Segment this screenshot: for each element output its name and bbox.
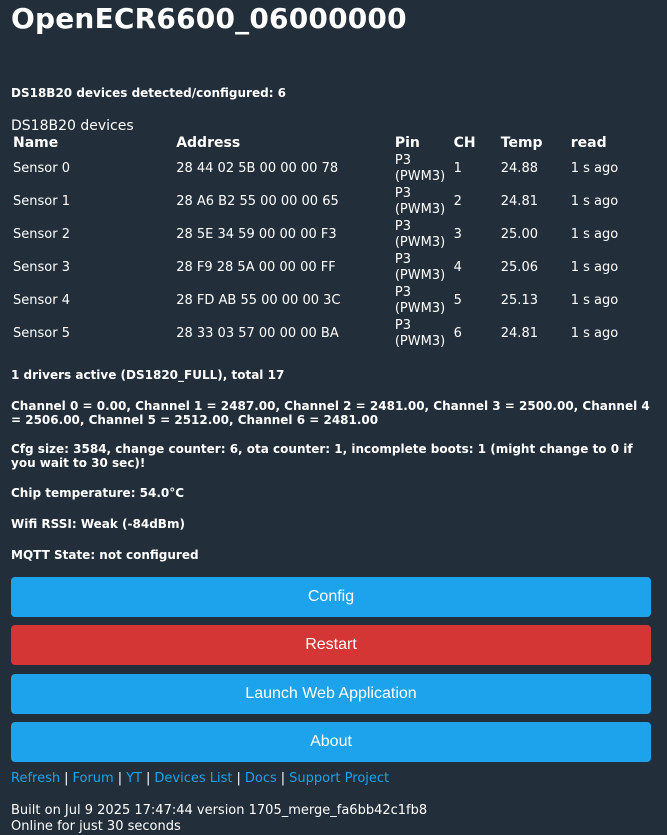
channels-status: Channel 0 = 0.00, Channel 1 = 2487.00, C… <box>11 399 650 427</box>
about-button[interactable]: About <box>11 722 651 762</box>
uptime-info: Online for just 30 seconds <box>11 819 181 834</box>
sensor-pin: P3 (PWM3) <box>393 317 452 350</box>
sensor-name: Sensor 1 <box>13 193 70 209</box>
sensor-channel: 3 <box>453 226 462 242</box>
table-row: Sensor 4 28 FD AB 55 00 00 00 3C P3 (PWM3… <box>11 284 651 317</box>
sensor-read: 1 s ago <box>570 325 619 341</box>
restart-button[interactable]: Restart <box>11 625 651 665</box>
sensor-channel: 4 <box>453 259 462 275</box>
header-name: Name <box>13 135 59 151</box>
sensor-temp: 24.81 <box>500 193 538 209</box>
sensor-read: 1 s ago <box>570 292 619 308</box>
header-read: read <box>570 135 607 151</box>
table-row: Sensor 5 28 33 03 57 00 00 00 BA P3 (PWM3… <box>11 317 651 350</box>
sensors-table: Name Address Pin CH Temp read Sensor 0 2… <box>11 134 651 350</box>
table-header-row: Name Address Pin CH Temp read <box>11 134 651 152</box>
sensor-pin: P3 (PWM3) <box>393 218 452 251</box>
header-address: Address <box>176 135 241 151</box>
pin-mode: (PWM3) <box>394 333 446 349</box>
sensor-temp: 24.88 <box>500 160 538 176</box>
pin-label: P3 <box>394 317 411 333</box>
table-row: Sensor 2 28 5E 34 59 00 00 00 F3 P3 (PWM3… <box>11 218 651 251</box>
mqtt-state: MQTT State: not configured <box>11 548 199 562</box>
sensor-read: 1 s ago <box>570 160 619 176</box>
pin-mode: (PWM3) <box>394 267 446 283</box>
sensor-address: 28 33 03 57 00 00 00 BA <box>176 325 339 341</box>
sensor-address: 28 A6 B2 55 00 00 00 65 <box>176 193 339 209</box>
wifi-rssi: Wifi RSSI: Weak (-84dBm) <box>11 517 185 531</box>
link-separator: | <box>236 771 241 786</box>
sensor-temp: 24.81 <box>500 325 538 341</box>
pin-mode: (PWM3) <box>394 168 446 184</box>
build-info: Built on Jul 9 2025 17:47:44 version 170… <box>11 803 428 818</box>
sensor-address: 28 F9 28 5A 00 00 00 FF <box>176 259 336 275</box>
support-project-link[interactable]: Support Project <box>289 771 389 786</box>
pin-mode: (PWM3) <box>394 234 446 250</box>
footer-links: Refresh | Forum | YT | Devices List | Docs | Suppo… <box>11 771 389 787</box>
sensor-read: 1 s ago <box>570 193 619 209</box>
pin-label: P3 <box>394 218 411 234</box>
sensor-channel: 2 <box>453 193 462 209</box>
table-row: Sensor 1 28 A6 B2 55 00 00 00 65 P3 (PWM3… <box>11 185 651 218</box>
pin-label: P3 <box>394 185 411 201</box>
sensor-pin: P3 (PWM3) <box>393 251 452 284</box>
link-separator: | <box>117 771 123 786</box>
table-row: Sensor 0 28 44 02 5B 00 00 00 78 P3 (PWM3… <box>11 152 651 185</box>
pin-label: P3 <box>394 284 411 300</box>
cfg-status: Cfg size: 3584, change counter: 6, ota c… <box>11 442 633 470</box>
sensor-address: 28 44 02 5B 00 00 00 78 <box>176 160 339 176</box>
config-button[interactable]: Config <box>11 577 651 617</box>
link-separator: | <box>280 771 286 786</box>
launch-web-app-button[interactable]: Launch Web Application <box>11 674 651 714</box>
pin-mode: (PWM3) <box>394 201 446 217</box>
link-separator: | <box>145 771 151 786</box>
ds-section-title: DS18B20 devices <box>11 118 134 134</box>
sensor-name: Sensor 5 <box>13 325 70 341</box>
sensor-pin: P3 (PWM3) <box>393 185 452 218</box>
sensor-temp: 25.06 <box>500 259 538 275</box>
forum-link[interactable]: Forum <box>72 771 113 786</box>
sensor-temp: 25.13 <box>500 292 538 308</box>
header-pin: Pin <box>394 135 420 151</box>
sensor-read: 1 s ago <box>570 226 619 242</box>
sensor-pin: P3 (PWM3) <box>393 152 452 185</box>
sensor-temp: 25.00 <box>500 226 538 242</box>
sensor-name: Sensor 2 <box>13 226 70 242</box>
ds-detected-status: DS18B20 devices detected/configured: 6 <box>11 86 287 100</box>
sensor-channel: 6 <box>453 325 462 341</box>
header-temp: Temp <box>500 135 543 151</box>
link-separator: | <box>64 771 69 786</box>
sensor-pin: P3 (PWM3) <box>393 284 452 317</box>
sensor-read: 1 s ago <box>570 259 619 275</box>
yt-link[interactable]: YT <box>126 771 142 786</box>
page-title: OpenECR6600_06000000 <box>11 2 407 35</box>
devices-list-link[interactable]: Devices List <box>154 771 232 786</box>
sensor-address: 28 5E 34 59 00 00 00 F3 <box>176 226 337 242</box>
refresh-link[interactable]: Refresh <box>11 771 60 786</box>
sensor-address: 28 FD AB 55 00 00 00 3C <box>176 292 341 308</box>
drivers-status: 1 drivers active (DS1820_FULL), total 17 <box>11 368 285 382</box>
sensor-channel: 5 <box>453 292 462 308</box>
header-ch: CH <box>453 135 476 151</box>
pin-mode: (PWM3) <box>394 300 446 316</box>
pin-label: P3 <box>394 152 411 168</box>
sensor-name: Sensor 4 <box>13 292 70 308</box>
sensor-channel: 1 <box>453 160 462 176</box>
docs-link[interactable]: Docs <box>245 771 277 786</box>
table-row: Sensor 3 28 F9 28 5A 00 00 00 FF P3 (PWM3… <box>11 251 651 284</box>
sensor-name: Sensor 3 <box>13 259 70 275</box>
pin-label: P3 <box>394 251 411 267</box>
sensor-name: Sensor 0 <box>13 160 70 176</box>
chip-temperature: Chip temperature: 54.0°C <box>11 486 185 500</box>
